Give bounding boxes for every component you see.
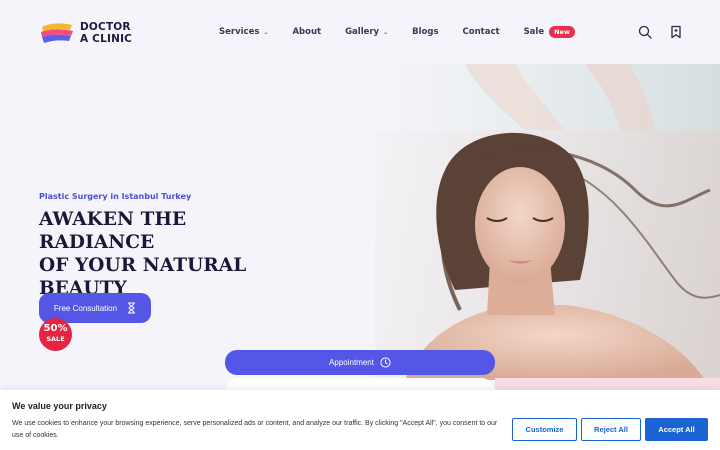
chevron-down-icon: ⌄ <box>263 28 269 36</box>
hero-model-image <box>375 130 720 380</box>
accept-all-button[interactable]: Accept All <box>645 418 708 441</box>
hourglass-icon <box>128 302 136 314</box>
brand-logo-icon <box>41 23 73 43</box>
hero-headline: AWAKEN THE RADIANCE OF YOUR NATURAL BEAU… <box>39 208 299 300</box>
hero-eyebrow: Plastic Surgery in Istanbul Turkey <box>39 192 192 201</box>
nav-gallery[interactable]: Gallery ⌄ <box>345 27 388 37</box>
main-nav: Services ⌄ About Gallery ⌄ Blogs Contact… <box>219 22 599 42</box>
cookie-text: We use cookies to enhance your browsing … <box>12 420 498 439</box>
cookie-banner: We value your privacy We use cookies to … <box>0 390 720 450</box>
appointment-label: Appointment <box>329 358 374 367</box>
chevron-down-icon: ⌄ <box>383 28 389 36</box>
nav-contact[interactable]: Contact <box>463 27 500 37</box>
nav-blogs-label: Blogs <box>412 27 439 37</box>
new-badge: New <box>549 26 575 38</box>
nav-sale-label: Sale <box>523 27 545 37</box>
brand-name: DOCTOR A CLINIC <box>80 21 132 45</box>
cookie-title: We value your privacy <box>12 401 107 411</box>
brand-line-2: A CLINIC <box>80 33 133 45</box>
sale-percent: 50% <box>43 323 68 334</box>
customize-button[interactable]: Customize <box>512 418 577 441</box>
nav-services-label: Services <box>219 27 260 37</box>
search-icon[interactable] <box>638 25 652 39</box>
nav-blogs[interactable]: Blogs <box>412 27 438 37</box>
headline-line-1: AWAKEN THE RADIANCE <box>39 209 187 253</box>
reject-all-button[interactable]: Reject All <box>581 418 641 441</box>
bookmark-icon[interactable] <box>669 25 683 39</box>
appointment-button[interactable]: Appointment <box>225 350 495 375</box>
nav-about-label: About <box>292 27 322 37</box>
nav-gallery-label: Gallery <box>345 27 380 37</box>
free-consultation-label: Free Consultation <box>53 303 118 313</box>
nav-sale[interactable]: Sale New <box>524 26 575 38</box>
nav-services[interactable]: Services ⌄ <box>219 27 268 37</box>
headline-line-2: OF YOUR NATURAL <box>39 255 247 276</box>
nav-about[interactable]: About <box>292 27 321 37</box>
brand-line-1: DOCTOR <box>80 21 131 33</box>
sale-word: SALE <box>46 335 65 343</box>
hero-accent-strip <box>495 378 720 390</box>
sale-badge[interactable]: 50% SALE <box>39 318 72 351</box>
nav-contact-label: Contact <box>462 27 500 37</box>
clock-icon <box>380 357 391 368</box>
hero-top-image <box>375 64 720 130</box>
brand-logo[interactable]: DOCTOR A CLINIC <box>40 18 132 48</box>
